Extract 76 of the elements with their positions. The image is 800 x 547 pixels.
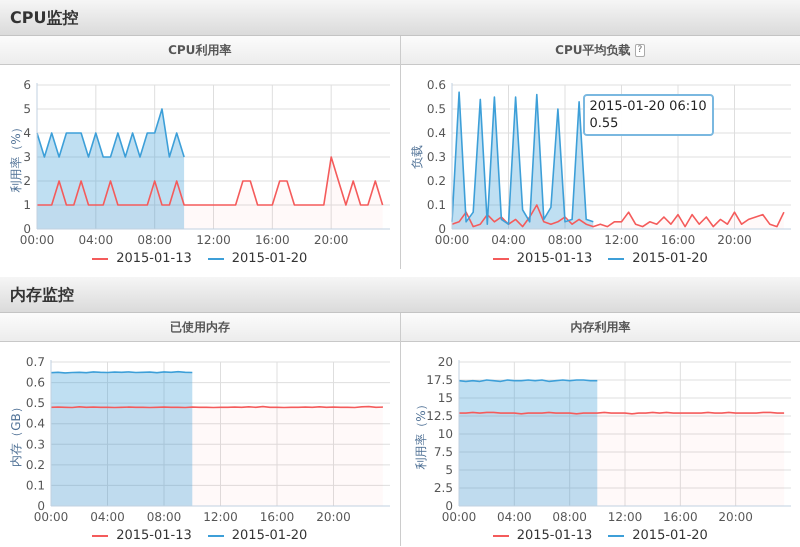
y-tick-label: 0.2: [26, 458, 45, 472]
y-tick-label: 0.1: [426, 198, 446, 212]
y-tick-label: 0.4: [426, 126, 446, 140]
panel-title: 已使用内存: [170, 319, 230, 336]
legend-item[interactable]: 2015-01-20: [208, 249, 308, 269]
x-tick-label: 00:00: [434, 233, 469, 247]
legend-item[interactable]: 2015-01-13: [92, 526, 192, 546]
panel-title: CPU平均负载: [555, 42, 631, 59]
section-title: CPU监控: [10, 6, 78, 28]
legend-item[interactable]: 2015-01-20: [208, 526, 308, 546]
y-axis-title: 利用率（%）: [9, 121, 23, 193]
x-tick-label: 20:00: [718, 510, 752, 524]
y-tick-label: 0: [438, 222, 446, 236]
y-tick-label: 0.5: [26, 396, 45, 410]
y-tick-label: 0.4: [26, 416, 45, 431]
panel-title: 内存利用率: [570, 319, 630, 336]
x-tick-label: 12:00: [604, 233, 638, 247]
y-tick-label: 2: [23, 174, 31, 188]
x-tick-label: 12:00: [196, 233, 231, 247]
y-tick-label: 10: [437, 427, 452, 441]
x-tick-label: 00:00: [34, 510, 68, 524]
y-tick-label: 6: [23, 78, 31, 92]
y-tick-label: 15: [437, 391, 452, 405]
y-tick-label: 0.7: [26, 355, 45, 369]
x-tick-label: 08:00: [547, 233, 582, 247]
y-tick-label: 5: [444, 463, 452, 477]
y-tick-label: 20: [437, 355, 452, 369]
x-tick-label: 08:00: [137, 233, 172, 247]
y-tick-label: 5: [23, 102, 31, 116]
y-tick-label: 0.5: [426, 102, 446, 116]
x-tick-label: 04:00: [78, 233, 114, 247]
x-tick-label: 04:00: [496, 510, 532, 524]
y-tick-label: 0.3: [26, 437, 45, 452]
y-tick-label: 17.5: [426, 373, 452, 387]
x-tick-label: 16:00: [255, 233, 290, 247]
y-tick-label: 0: [444, 499, 452, 513]
y-tick-label: 0.2: [426, 174, 446, 188]
legend-item[interactable]: 2015-01-20: [608, 249, 708, 269]
legend-item[interactable]: 2015-01-13: [492, 526, 592, 546]
y-tick-label: 0: [23, 222, 31, 236]
y-tick-label: 2.5: [433, 481, 452, 495]
y-tick-label: 0.3: [426, 150, 446, 164]
x-tick-label: 20:00: [316, 510, 351, 524]
y-tick-label: 0: [37, 499, 45, 513]
x-tick-label: 16:00: [260, 510, 294, 524]
x-tick-label: 20:00: [314, 233, 348, 247]
section-title: 内存监控: [10, 284, 74, 306]
x-tick-label: 04:00: [490, 233, 526, 247]
x-tick-label: 08:00: [146, 510, 182, 524]
panel-title: CPU利用率: [168, 42, 232, 59]
y-axis-title: 利用率（%）: [414, 398, 428, 470]
x-tick-label: 00:00: [441, 510, 476, 524]
legend-item[interactable]: 2015-01-13: [92, 249, 192, 269]
y-tick-label: 0.6: [426, 78, 446, 92]
x-tick-label: 16:00: [662, 510, 698, 524]
x-tick-label: 08:00: [552, 510, 586, 524]
tooltip-title: 2015-01-20 06:10: [590, 98, 707, 115]
y-tick-label: 3: [23, 150, 31, 164]
y-tick-label: 1: [23, 198, 31, 212]
y-axis-title: 内存（GB）: [9, 401, 23, 467]
y-tick-label: 0.6: [26, 376, 45, 390]
y-axis-title: 负载: [410, 145, 424, 169]
x-tick-label: 04:00: [90, 510, 125, 524]
legend-item[interactable]: 2015-01-13: [492, 249, 592, 269]
x-tick-label: 16:00: [660, 233, 695, 247]
legend-item[interactable]: 2015-01-20: [608, 526, 708, 546]
y-tick-label: 0.1: [26, 478, 45, 492]
y-tick-label: 12.5: [426, 409, 452, 423]
x-tick-label: 00:00: [20, 233, 54, 247]
tooltip-value: 0.55: [590, 115, 620, 132]
x-tick-label: 12:00: [607, 510, 642, 524]
x-tick-label: 20:00: [716, 233, 752, 247]
x-tick-label: 12:00: [203, 510, 238, 524]
y-tick-label: 4: [23, 126, 31, 140]
help-icon[interactable]: ?: [634, 44, 646, 56]
y-tick-label: 7.5: [433, 445, 452, 459]
